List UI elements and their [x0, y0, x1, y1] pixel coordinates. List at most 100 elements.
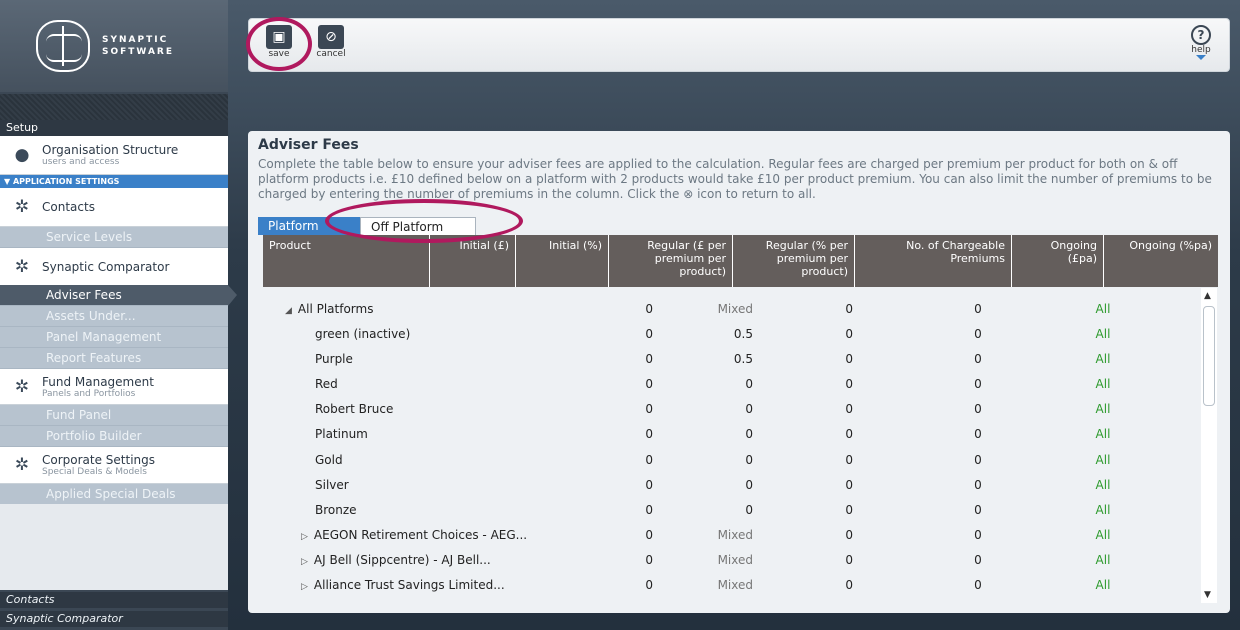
table-row[interactable]: Purple 0 0.5 0 0 All: [263, 347, 1201, 372]
regular-gbp[interactable]: 0: [783, 427, 853, 441]
initial-gbp[interactable]: 0: [623, 402, 653, 416]
initial-gbp[interactable]: 0: [623, 302, 653, 316]
regular-gbp[interactable]: 0: [783, 528, 853, 542]
sidebar-item-synaptic-comparator[interactable]: ✲ Synaptic Comparator: [0, 248, 228, 286]
ongoing-all[interactable]: All: [1088, 352, 1118, 366]
table-row[interactable]: ▷ Alliance Trust Savings Limited... 0 Mixed…: [263, 573, 1201, 598]
regular-gbp[interactable]: 0: [783, 402, 853, 416]
ongoing-all[interactable]: All: [1088, 578, 1118, 592]
scroll-down-arrow-icon[interactable]: ▼: [1204, 590, 1211, 600]
col-ongoing-gbp[interactable]: Ongoing (£pa): [1012, 235, 1104, 287]
sidebar-item-assets-under[interactable]: Assets Under...: [0, 306, 228, 327]
regular-gbp[interactable]: 0: [783, 377, 853, 391]
table-row[interactable]: Red 0 0 0 0 All: [263, 372, 1201, 397]
ongoing-all[interactable]: All: [1088, 377, 1118, 391]
ongoing-all[interactable]: All: [1088, 553, 1118, 567]
sidebar-item-panel-management[interactable]: Panel Management: [0, 327, 228, 348]
regular-gbp[interactable]: 0: [783, 352, 853, 366]
col-regular-gbp[interactable]: Regular (£ per premium per product): [609, 235, 733, 287]
help-button[interactable]: ? help: [1183, 25, 1219, 60]
ongoing-all[interactable]: All: [1088, 402, 1118, 416]
ongoing-all[interactable]: All: [1088, 478, 1118, 492]
table-row[interactable]: ▷ AEGON Retirement Choices - AEG... 0 Mixed…: [263, 523, 1201, 548]
ongoing-all[interactable]: All: [1088, 453, 1118, 467]
expanded-triangle-icon[interactable]: ◢: [285, 306, 292, 316]
expand-triangle-icon[interactable]: ▷: [301, 557, 308, 567]
ongoing-all[interactable]: All: [1088, 528, 1118, 542]
sidebar-footer-synaptic-comparator[interactable]: Synaptic Comparator: [0, 611, 228, 627]
scrollbar[interactable]: ▲ ▼: [1201, 288, 1217, 603]
col-initial-gbp[interactable]: Initial (£): [430, 235, 516, 287]
sidebar-item-report-features[interactable]: Report Features: [0, 348, 228, 369]
initial-pct[interactable]: 0.5: [693, 352, 753, 366]
ongoing-all[interactable]: All: [1088, 503, 1118, 517]
initial-gbp[interactable]: 0: [623, 427, 653, 441]
table-row[interactable]: green (inactive) 0 0.5 0 0 All: [263, 322, 1201, 347]
chargeable-premiums[interactable]: 0: [953, 553, 1003, 567]
sidebar-item-portfolio-builder[interactable]: Portfolio Builder: [0, 426, 228, 447]
initial-pct[interactable]: 0.5: [693, 327, 753, 341]
table-row[interactable]: ▷ AJ Bell (Sippcentre) - AJ Bell... 0 Mixed…: [263, 548, 1201, 573]
initial-gbp[interactable]: 0: [623, 453, 653, 467]
regular-gbp[interactable]: 0: [783, 453, 853, 467]
regular-gbp[interactable]: 0: [783, 302, 853, 316]
ongoing-all[interactable]: All: [1088, 427, 1118, 441]
initial-gbp[interactable]: 0: [623, 503, 653, 517]
initial-gbp[interactable]: 0: [623, 578, 653, 592]
scroll-thumb[interactable]: [1203, 306, 1215, 406]
table-row[interactable]: ◢ All Platforms 0 Mixed 0 0 All: [263, 297, 1201, 322]
sidebar-item-contacts[interactable]: ✲ Contacts: [0, 188, 228, 227]
chargeable-premiums[interactable]: 0: [953, 453, 1003, 467]
col-chargeable-premiums[interactable]: No. of Chargeable Premiums: [855, 235, 1012, 287]
chargeable-premiums[interactable]: 0: [953, 478, 1003, 492]
sidebar-item-applied-special-deals[interactable]: Applied Special Deals: [0, 484, 228, 505]
sidebar-item-adviser-fees[interactable]: Adviser Fees: [0, 285, 237, 306]
initial-pct[interactable]: Mixed: [693, 578, 753, 592]
initial-pct[interactable]: 0: [693, 377, 753, 391]
ongoing-all[interactable]: All: [1088, 327, 1118, 341]
initial-pct[interactable]: 0: [693, 427, 753, 441]
table-row[interactable]: Silver 0 0 0 0 All: [263, 473, 1201, 498]
regular-gbp[interactable]: 0: [783, 478, 853, 492]
chargeable-premiums[interactable]: 0: [953, 352, 1003, 366]
sidebar-footer-contacts[interactable]: Contacts: [0, 592, 228, 608]
regular-gbp[interactable]: 0: [783, 553, 853, 567]
initial-gbp[interactable]: 0: [623, 327, 653, 341]
sidebar-item-organisation[interactable]: ● Organisation Structure users and acces…: [0, 136, 228, 175]
table-row[interactable]: Bronze 0 0 0 0 All: [263, 498, 1201, 523]
sidebar-item-corporate-settings[interactable]: ✲ Corporate Settings Special Deals & Mod…: [0, 447, 228, 484]
regular-gbp[interactable]: 0: [783, 578, 853, 592]
regular-gbp[interactable]: 0: [783, 503, 853, 517]
chargeable-premiums[interactable]: 0: [953, 427, 1003, 441]
initial-pct[interactable]: Mixed: [693, 528, 753, 542]
initial-pct[interactable]: Mixed: [693, 553, 753, 567]
initial-pct[interactable]: 0: [693, 453, 753, 467]
col-regular-pct[interactable]: Regular (% per premium per product): [733, 235, 855, 287]
chargeable-premiums[interactable]: 0: [953, 402, 1003, 416]
initial-gbp[interactable]: 0: [623, 478, 653, 492]
initial-gbp[interactable]: 0: [623, 352, 653, 366]
initial-pct[interactable]: Mixed: [693, 302, 753, 316]
cancel-button[interactable]: ⊘ cancel: [311, 25, 351, 67]
initial-pct[interactable]: 0: [693, 503, 753, 517]
application-settings-header[interactable]: ▼ APPLICATION SETTINGS: [0, 175, 228, 188]
sidebar-item-fund-panel[interactable]: Fund Panel: [0, 405, 228, 426]
col-ongoing-pct[interactable]: Ongoing (%pa): [1104, 235, 1218, 287]
initial-pct[interactable]: 0: [693, 478, 753, 492]
sidebar-item-service-levels[interactable]: Service Levels: [0, 227, 228, 248]
regular-gbp[interactable]: 0: [783, 327, 853, 341]
initial-gbp[interactable]: 0: [623, 553, 653, 567]
chargeable-premiums[interactable]: 0: [953, 503, 1003, 517]
chargeable-premiums[interactable]: 0: [953, 377, 1003, 391]
initial-pct[interactable]: 0: [693, 402, 753, 416]
initial-gbp[interactable]: 0: [623, 377, 653, 391]
expand-triangle-icon[interactable]: ▷: [301, 582, 308, 592]
chargeable-premiums[interactable]: 0: [953, 578, 1003, 592]
table-row[interactable]: Robert Bruce 0 0 0 0 All: [263, 397, 1201, 422]
expand-triangle-icon[interactable]: ▷: [301, 532, 308, 542]
col-initial-pct[interactable]: Initial (%): [516, 235, 609, 287]
scroll-up-arrow-icon[interactable]: ▲: [1204, 291, 1211, 301]
col-product[interactable]: Product: [263, 235, 430, 287]
initial-gbp[interactable]: 0: [623, 528, 653, 542]
ongoing-all[interactable]: All: [1088, 302, 1118, 316]
